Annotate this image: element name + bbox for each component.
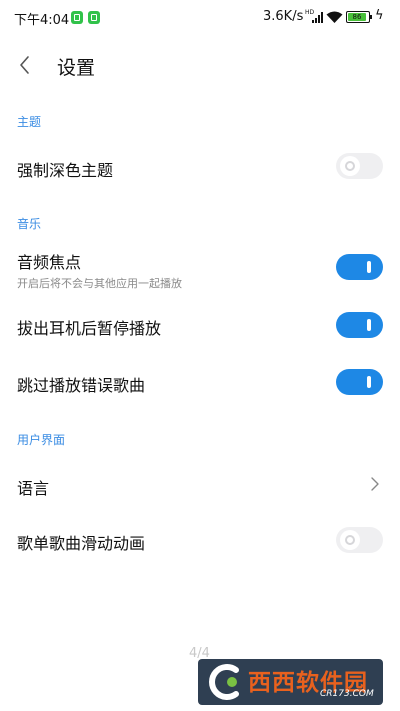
status-time: 下午4:04	[14, 13, 70, 28]
toggle-knob	[340, 530, 360, 550]
toggle-knob	[359, 257, 379, 277]
battery-icon: 86	[346, 11, 372, 23]
setting-label: 音频焦点	[17, 253, 82, 272]
toggle-knob	[359, 315, 379, 335]
charging-icon: ϟ	[375, 8, 384, 23]
signal-icon	[312, 12, 323, 23]
section-title-ui: 用户界面	[17, 433, 66, 447]
setting-row-force-dark[interactable]: 强制深色主题	[0, 140, 400, 194]
setting-row-scroll-animation[interactable]: 歌单歌曲滑动动画	[0, 514, 400, 568]
setting-row-language[interactable]: 语言	[0, 456, 400, 512]
brand-logo-icon	[209, 664, 239, 700]
network-speed: 3.6K/s	[263, 9, 304, 24]
scroll-animation-toggle[interactable]	[336, 527, 383, 553]
setting-subtitle: 开启后将不会与其他应用一起播放	[17, 277, 182, 290]
setting-row-pause-on-unplug[interactable]: 拔出耳机后暂停播放	[0, 297, 400, 353]
chevron-left-icon	[20, 56, 29, 74]
wifi-icon	[326, 11, 343, 23]
page-title: 设置	[57, 57, 96, 79]
chevron-right-icon	[371, 477, 379, 491]
setting-label: 拔出耳机后暂停播放	[17, 319, 162, 338]
watermark: 西西软件园 CR173.COM	[198, 659, 383, 705]
setting-row-audio-focus[interactable]: 音频焦点 开启后将不会与其他应用一起播放	[0, 240, 400, 296]
watermark-url: CR173.COM	[320, 689, 374, 699]
audio-focus-toggle[interactable]	[336, 254, 383, 280]
force-dark-toggle[interactable]	[336, 153, 383, 179]
header: 设置	[0, 40, 400, 90]
status-bar: 下午4:04 3.6K/s HD 86 ϟ	[0, 0, 400, 36]
setting-label: 语言	[17, 479, 50, 498]
section-title-music: 音乐	[17, 217, 42, 231]
section-title-theme: 主题	[17, 115, 42, 129]
setting-label: 跳过播放错误歌曲	[17, 376, 146, 395]
skip-error-songs-toggle[interactable]	[336, 369, 383, 395]
pause-on-unplug-toggle[interactable]	[336, 312, 383, 338]
notification-app-icon	[71, 11, 83, 24]
toggle-knob	[340, 156, 360, 176]
toggle-knob	[359, 372, 379, 392]
setting-row-skip-error-songs[interactable]: 跳过播放错误歌曲	[0, 355, 400, 411]
battery-level: 86	[348, 13, 366, 21]
setting-label: 歌单歌曲滑动动画	[17, 534, 146, 553]
setting-label: 强制深色主题	[17, 161, 114, 180]
notification-app-icon	[88, 11, 100, 24]
back-button[interactable]	[14, 52, 38, 78]
